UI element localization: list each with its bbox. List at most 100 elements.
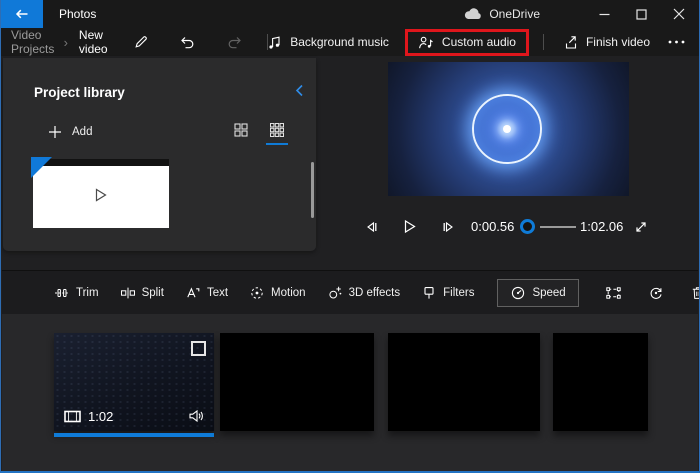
maximize-button[interactable] bbox=[623, 0, 660, 28]
split-button[interactable]: Split bbox=[120, 285, 164, 301]
split-label: Split bbox=[142, 287, 164, 299]
breadcrumb-video-projects[interactable]: Video Projects bbox=[11, 28, 55, 56]
fullscreen-button[interactable] bbox=[634, 220, 648, 234]
split-icon bbox=[120, 285, 136, 301]
play-icon bbox=[403, 219, 416, 234]
collapse-panel-button[interactable] bbox=[295, 84, 304, 97]
thumbnail-top-bar bbox=[33, 159, 169, 166]
project-library-title: Project library bbox=[34, 85, 125, 100]
music-note-icon bbox=[267, 35, 282, 50]
expand-icon bbox=[634, 220, 648, 234]
trash-icon bbox=[690, 285, 700, 301]
filters-icon bbox=[421, 285, 437, 301]
cloud-icon bbox=[464, 8, 482, 20]
resize-button[interactable] bbox=[605, 285, 622, 301]
seek-track bbox=[540, 226, 576, 228]
next-frame-button[interactable] bbox=[441, 220, 456, 234]
clip-duration: 1:02 bbox=[88, 409, 113, 424]
filmstrip-icon bbox=[64, 410, 81, 423]
redo-button[interactable] bbox=[227, 35, 243, 50]
small-grid-view-button[interactable] bbox=[266, 120, 288, 145]
onedrive-status[interactable]: OneDrive bbox=[464, 7, 540, 21]
grid-2x2-icon bbox=[233, 122, 249, 138]
motion-button[interactable]: Motion bbox=[249, 285, 306, 301]
text-button[interactable]: Text bbox=[185, 285, 228, 301]
main-content: Project library Add bbox=[2, 56, 698, 270]
chevron-left-icon bbox=[295, 84, 304, 97]
background-music-label: Background music bbox=[290, 35, 389, 49]
close-icon bbox=[673, 8, 685, 20]
custom-audio-button[interactable]: Custom audio bbox=[405, 29, 529, 56]
timeline-section: Trim Split Text Motion bbox=[2, 270, 698, 471]
speed-icon bbox=[510, 285, 526, 301]
maximize-icon bbox=[636, 9, 647, 20]
onedrive-label: OneDrive bbox=[489, 7, 540, 21]
selected-corner-badge bbox=[31, 157, 52, 178]
person-audio-icon bbox=[418, 35, 434, 50]
rotate-button[interactable] bbox=[648, 285, 664, 301]
library-video-thumbnail[interactable] bbox=[33, 162, 169, 228]
project-library-panel: Project library Add bbox=[3, 58, 316, 251]
3d-effects-label: 3D effects bbox=[349, 287, 401, 299]
add-label: Add bbox=[72, 126, 92, 138]
trim-label: Trim bbox=[76, 287, 99, 299]
large-grid-view-button[interactable] bbox=[230, 120, 252, 145]
export-icon bbox=[562, 34, 578, 50]
breadcrumb-chevron-icon: › bbox=[64, 35, 68, 50]
app-title: Photos bbox=[59, 7, 96, 21]
seek-slider[interactable] bbox=[520, 218, 576, 236]
video-preview[interactable] bbox=[388, 62, 629, 196]
undo-button[interactable] bbox=[179, 35, 195, 50]
timeline-clip-1[interactable]: 1:02 bbox=[54, 333, 214, 431]
photos-app-window: Photos OneDrive bbox=[0, 0, 700, 473]
library-scrollbar[interactable] bbox=[311, 162, 314, 218]
text-label: Text bbox=[207, 287, 228, 299]
motion-icon bbox=[249, 285, 265, 301]
total-duration: 1:02.06 bbox=[580, 219, 623, 234]
nav-divider-2 bbox=[543, 34, 544, 50]
text-icon bbox=[185, 285, 201, 301]
previous-frame-button[interactable] bbox=[364, 220, 379, 234]
back-arrow-icon bbox=[14, 6, 30, 22]
speed-button[interactable]: Speed bbox=[497, 279, 578, 307]
add-button[interactable]: Add bbox=[48, 125, 92, 139]
minimize-icon bbox=[599, 9, 610, 20]
filters-button[interactable]: Filters bbox=[421, 285, 474, 301]
previous-frame-icon bbox=[364, 220, 379, 234]
3d-effects-icon bbox=[327, 285, 343, 301]
finish-video-label: Finish video bbox=[586, 35, 650, 49]
trim-button[interactable]: Trim bbox=[54, 285, 99, 301]
current-time: 0:00.56 bbox=[471, 219, 514, 234]
see-more-button[interactable] bbox=[664, 40, 699, 44]
timeline-clip-4[interactable] bbox=[553, 333, 648, 431]
rotate-icon bbox=[648, 285, 664, 301]
clip-checkbox[interactable] bbox=[191, 341, 206, 356]
undo-icon bbox=[179, 35, 195, 50]
timeline-clip-3[interactable] bbox=[388, 333, 540, 431]
finish-video-button[interactable]: Finish video bbox=[562, 34, 650, 50]
motion-label: Motion bbox=[271, 287, 306, 299]
clip-info: 1:02 bbox=[64, 409, 113, 424]
next-frame-icon bbox=[441, 220, 456, 234]
delete-button[interactable] bbox=[690, 285, 700, 301]
speaker-icon bbox=[188, 409, 205, 423]
custom-audio-label: Custom audio bbox=[442, 35, 516, 49]
titlebar-right-group: OneDrive bbox=[464, 0, 699, 28]
command-bar: Video Projects › New video Ba bbox=[1, 28, 699, 56]
speed-label: Speed bbox=[532, 287, 565, 299]
plus-icon bbox=[48, 125, 62, 139]
filters-label: Filters bbox=[443, 287, 474, 299]
rename-button[interactable] bbox=[133, 34, 149, 50]
view-toggles bbox=[230, 120, 288, 145]
play-outline-icon bbox=[95, 188, 107, 202]
resize-icon bbox=[605, 285, 622, 301]
background-music-button[interactable]: Background music bbox=[267, 35, 389, 50]
play-button[interactable] bbox=[403, 219, 416, 234]
3d-effects-button[interactable]: 3D effects bbox=[327, 285, 401, 301]
pencil-icon bbox=[133, 34, 149, 50]
timeline-clip-2[interactable] bbox=[220, 333, 374, 431]
minimize-button[interactable] bbox=[586, 0, 623, 28]
close-button[interactable] bbox=[660, 0, 697, 28]
seek-thumb[interactable] bbox=[520, 219, 535, 234]
clip-selection-indicator bbox=[54, 433, 214, 437]
